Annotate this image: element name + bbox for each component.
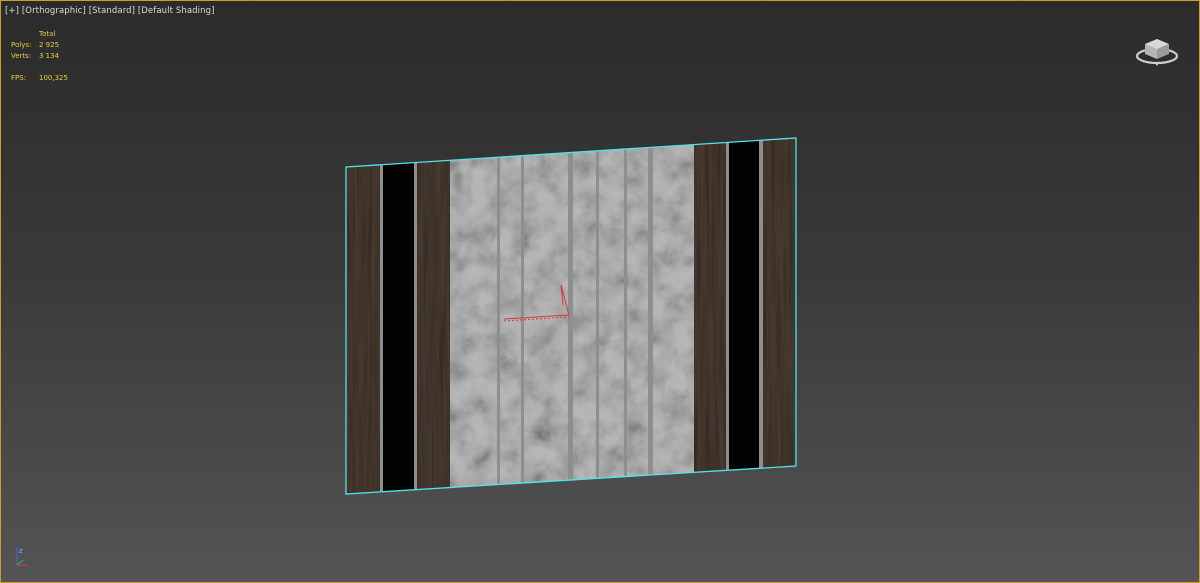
metal-trim [380, 138, 383, 494]
wood-strip-right-inner [694, 138, 727, 494]
glass-strip-right [729, 138, 760, 494]
stone-groove [648, 138, 653, 494]
wall-panel-model[interactable] [346, 131, 796, 501]
axis-tripod-icon: z [16, 547, 27, 566]
perspective-viewport[interactable]: [+] [Orthographic] [Standard] [Default S… [0, 0, 1200, 583]
wood-strip-left-inner [417, 138, 450, 494]
axis-z-label: z [19, 547, 23, 555]
wood-strip-left [346, 138, 383, 494]
stone-groove [521, 138, 524, 494]
glass-strip-left [383, 138, 415, 494]
wood-strip-right [763, 138, 796, 494]
scene-canvas[interactable] [1, 1, 1200, 583]
metal-trim [726, 138, 729, 494]
stone-groove [596, 138, 599, 494]
metal-trim [414, 138, 417, 494]
stone-groove [624, 138, 627, 494]
stone-groove [568, 138, 573, 494]
metal-trim [759, 138, 763, 494]
stone-groove [497, 138, 500, 494]
